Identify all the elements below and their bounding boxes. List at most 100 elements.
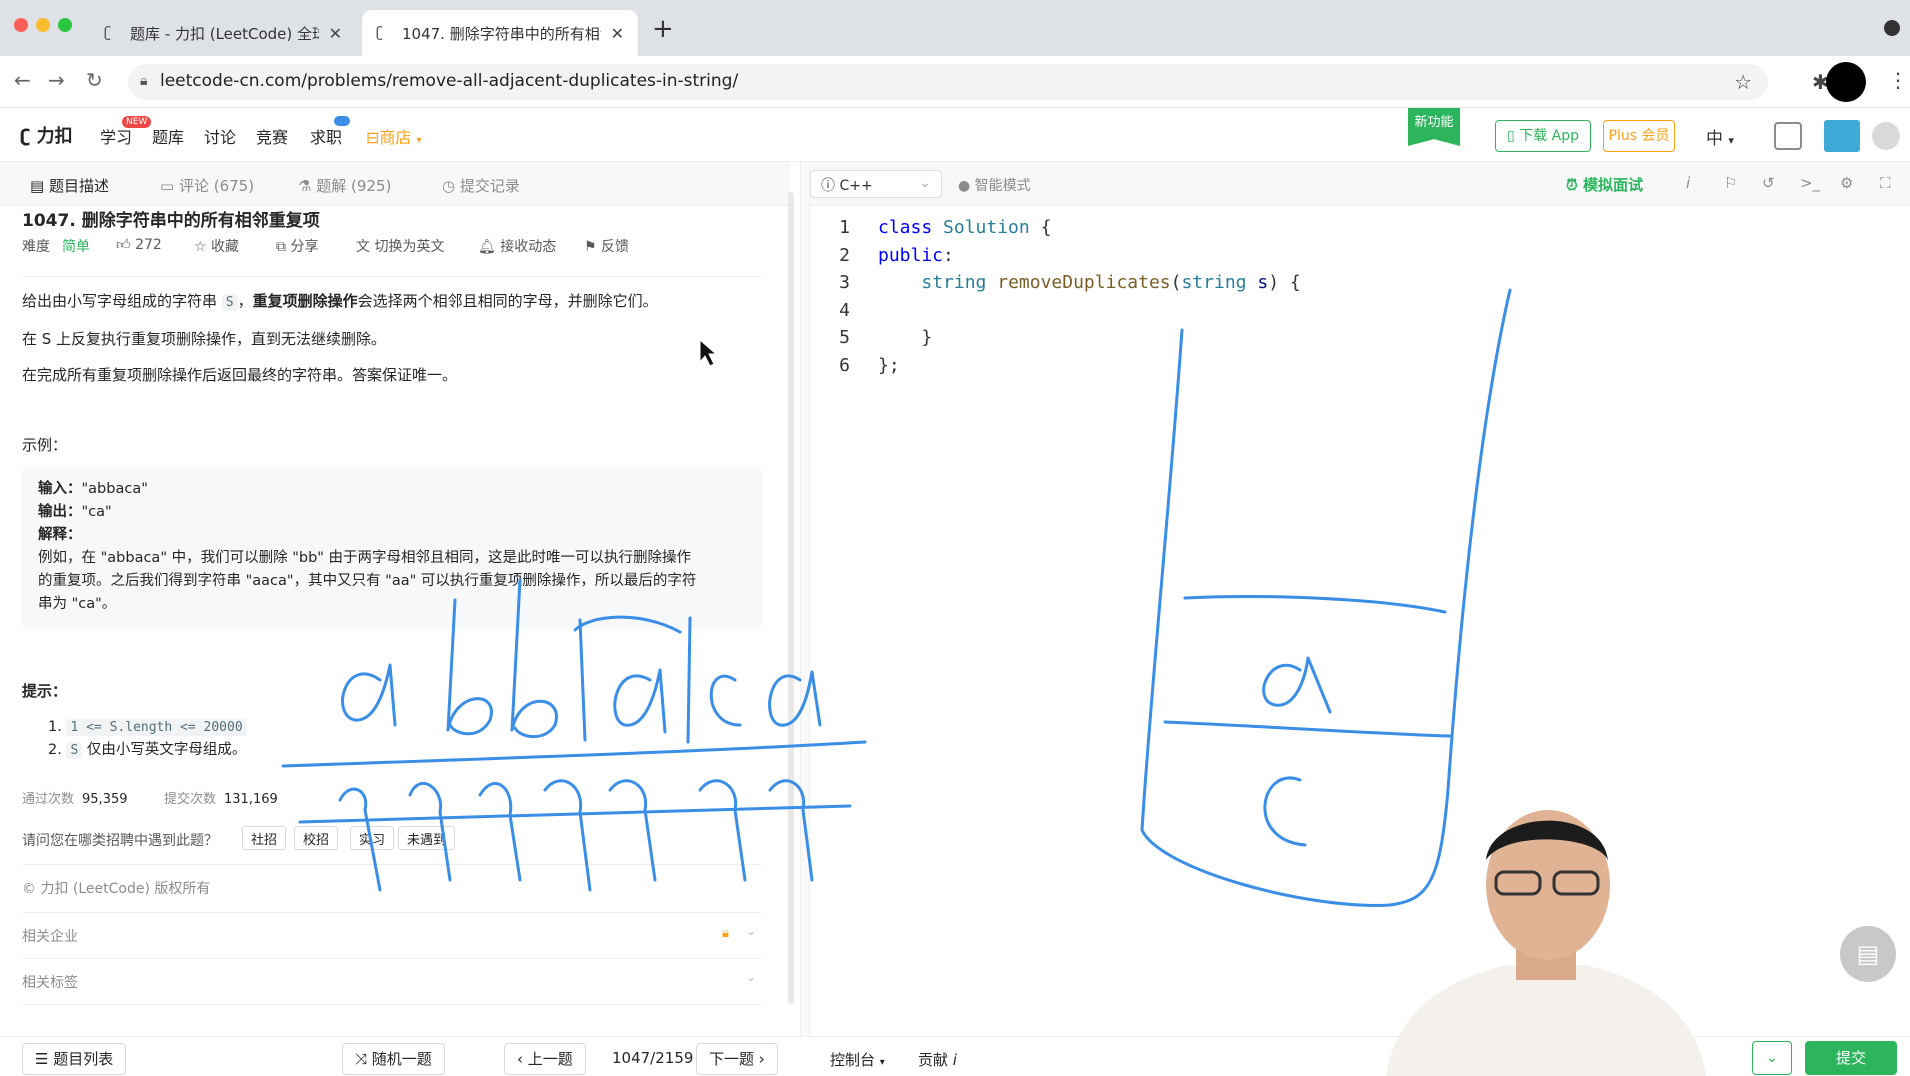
language-switch[interactable]: 中 ▾ — [1706, 124, 1734, 149]
tab-solutions[interactable]: ⚗ 题解 (925) — [298, 175, 391, 196]
chip-intern[interactable]: 实习 — [350, 826, 395, 850]
flag-icon[interactable]: ⚐ — [1724, 174, 1737, 192]
description-line-1: 给出由小写字母组成的字符串 S ，重复项删除操作会选择两个相邻且相同的字母，并删除… — [22, 292, 658, 311]
nav-store[interactable]: ⊟商店 ▾ — [366, 124, 422, 148]
nav-jobs[interactable]: 求职 — [310, 116, 350, 148]
console-toggle[interactable]: 控制台 ▾ — [830, 1049, 885, 1070]
problem-list-button[interactable]: ☰ 题目列表 — [22, 1043, 127, 1075]
minimize-window-button[interactable] — [36, 18, 50, 32]
value: "ca" — [81, 504, 112, 520]
example-output: 输出："ca" — [38, 501, 746, 524]
code-line: public: — [878, 244, 954, 266]
like-button[interactable]: 👍︎ 272 — [116, 236, 162, 253]
divider — [22, 1004, 762, 1005]
close-tab-icon[interactable]: ✕ — [611, 24, 624, 43]
tab-search-icon[interactable] — [1884, 20, 1900, 36]
problem-counter: 1047/2159 — [612, 1049, 694, 1067]
nav-problems[interactable]: 题库 — [152, 124, 184, 148]
favorite-button[interactable]: ☆ 收藏 — [194, 236, 239, 256]
tab-strip: ʗ 题库 - 力扣 (LeetCode) 全球极 ✕ ʗ 1047. 删除字符串… — [0, 0, 1910, 56]
switch-english-button[interactable]: 文 切换为英文 — [356, 236, 444, 256]
run-dropdown-button[interactable]: ⌄ — [1752, 1041, 1792, 1075]
back-icon[interactable]: ← — [14, 68, 31, 92]
info-icon: i — [952, 1051, 957, 1069]
tab-submissions[interactable]: ◷ 提交记录 — [442, 175, 520, 196]
reload-icon[interactable]: ↻ — [86, 68, 103, 92]
example-explain: 例如，在 "abbaca" 中，我们可以删除 "bb" 由于两字母相邻且相同，这… — [38, 550, 692, 566]
url-bar[interactable]: 🔒︎ leetcode-cn.com/problems/remove-all-a… — [128, 64, 1768, 100]
user-icon[interactable] — [1872, 122, 1900, 150]
close-window-button[interactable] — [14, 18, 28, 32]
tab-comments[interactable]: ▭ 评论 (675) — [160, 175, 254, 196]
related-tags[interactable]: 相关标签 — [22, 972, 78, 992]
download-app-button[interactable]: ▯ 下载 App — [1495, 120, 1591, 152]
notes-icon[interactable]: ▤ — [1840, 926, 1896, 982]
divider — [22, 912, 762, 913]
reset-icon[interactable]: ↺ — [1762, 174, 1775, 192]
share-icon: ⧉ — [276, 239, 286, 255]
mock-interview-button[interactable]: ⏰︎ 模拟面试 — [1566, 174, 1643, 195]
chevron-down-icon[interactable]: ⌄ — [746, 924, 756, 938]
example-explain: 串为 "ca"。 — [38, 596, 117, 612]
profile-icon[interactable] — [1826, 62, 1866, 102]
value: 131,169 — [224, 792, 278, 807]
plus-member-button[interactable]: Plus 会员 — [1603, 120, 1675, 152]
chip-never[interactable]: 未遇到 — [398, 826, 456, 850]
panel-resizer[interactable] — [800, 162, 810, 1036]
browser-window: ʗ 题库 - 力扣 (LeetCode) 全球极 ✕ ʗ 1047. 删除字符串… — [0, 0, 1910, 1076]
chip-social[interactable]: 社招 — [242, 826, 287, 850]
submit-button[interactable]: 提交 — [1805, 1041, 1897, 1075]
share-button[interactable]: ⧉ 分享 — [276, 236, 318, 256]
language-select[interactable]: ⓘ C++ ⌄ — [810, 170, 942, 198]
prev-problem-button[interactable]: ‹ 上一题 — [504, 1043, 586, 1075]
subscribe-button[interactable]: 🔔︎ 接收动态 — [478, 236, 556, 256]
comment-icon: ▭ — [160, 177, 175, 195]
copyright: © 力扣 (LeetCode) 版权所有 — [22, 881, 211, 897]
document-icon: ▤ — [30, 177, 45, 195]
terminal-icon[interactable]: >_ — [1800, 174, 1820, 192]
fullscreen-icon[interactable]: ⛶ — [1880, 174, 1891, 192]
problem-scrollbar[interactable] — [788, 192, 794, 1004]
nav-label: 商店 — [379, 128, 412, 147]
next-problem-button[interactable]: 下一题 › — [696, 1043, 778, 1075]
maximize-window-button[interactable] — [58, 18, 72, 32]
chip-campus[interactable]: 校招 — [294, 826, 339, 850]
nav-learn[interactable]: 学习 NEW — [100, 116, 152, 148]
tab-label: 题目描述 — [48, 177, 109, 195]
chevron-left-icon: ‹ — [517, 1050, 523, 1068]
chevron-down-icon[interactable]: ⌄ — [746, 970, 756, 984]
forward-icon[interactable]: → — [48, 68, 65, 92]
browser-tab[interactable]: ʗ 题库 - 力扣 (LeetCode) 全球极 ✕ — [90, 10, 356, 56]
site-header: ʗ 力扣 学习 NEW 题库 讨论 竞赛 求职 ⊟商店 ▾ 新功能 ▯ 下载 Ap… — [0, 108, 1910, 162]
tab-description[interactable]: ▤ 题目描述 — [30, 175, 109, 196]
browser-tab-active[interactable]: ʗ 1047. 删除字符串中的所有相邻 ✕ — [362, 10, 638, 56]
url-text: leetcode-cn.com/problems/remove-all-adja… — [160, 71, 739, 91]
contribute-link[interactable]: 贡献 i — [918, 1049, 957, 1070]
description-line-2: 在 S 上反复执行重复项删除操作，直到无法继续删除。 — [22, 330, 387, 348]
related-companies[interactable]: 相关企业 — [22, 926, 78, 946]
settings-icon[interactable]: ⚙ — [1840, 174, 1853, 192]
inline-code: S — [66, 742, 83, 759]
avatar[interactable] — [1824, 120, 1860, 152]
nav-discuss[interactable]: 讨论 — [204, 124, 236, 148]
new-feature-ribbon[interactable]: 新功能 — [1408, 108, 1460, 146]
language-label: C++ — [839, 178, 873, 194]
code-line: class Solution { — [878, 217, 1052, 238]
text: 给出由小写字母组成的字符串 — [22, 292, 218, 310]
address-toolbar: ← → ↻ 🔒︎ leetcode-cn.com/problems/remove… — [0, 56, 1910, 108]
random-problem-button[interactable]: ⤨ 随机一题 — [342, 1043, 445, 1075]
label: 输出： — [38, 504, 82, 520]
feedback-button[interactable]: ⚑ 反馈 — [584, 236, 629, 256]
site-logo[interactable]: ʗ 力扣 — [20, 122, 73, 148]
chevron-right-icon: › — [758, 1050, 765, 1068]
nav-contest[interactable]: 竞赛 — [256, 124, 288, 148]
presenter-webcam — [1386, 810, 1706, 1076]
close-tab-icon[interactable]: ✕ — [329, 24, 342, 43]
notification-icon[interactable] — [1774, 122, 1802, 150]
hint-item: 1. 1 <= S.length <= 20000 — [48, 716, 247, 739]
new-tab-icon[interactable]: + — [652, 14, 674, 44]
smart-mode-toggle[interactable]: ● 智能模式 — [958, 175, 1031, 195]
browser-menu-icon[interactable]: ⋮ — [1888, 68, 1908, 92]
bookmark-star-icon[interactable]: ☆ — [1734, 70, 1752, 94]
info-icon[interactable]: i — [1686, 174, 1690, 192]
